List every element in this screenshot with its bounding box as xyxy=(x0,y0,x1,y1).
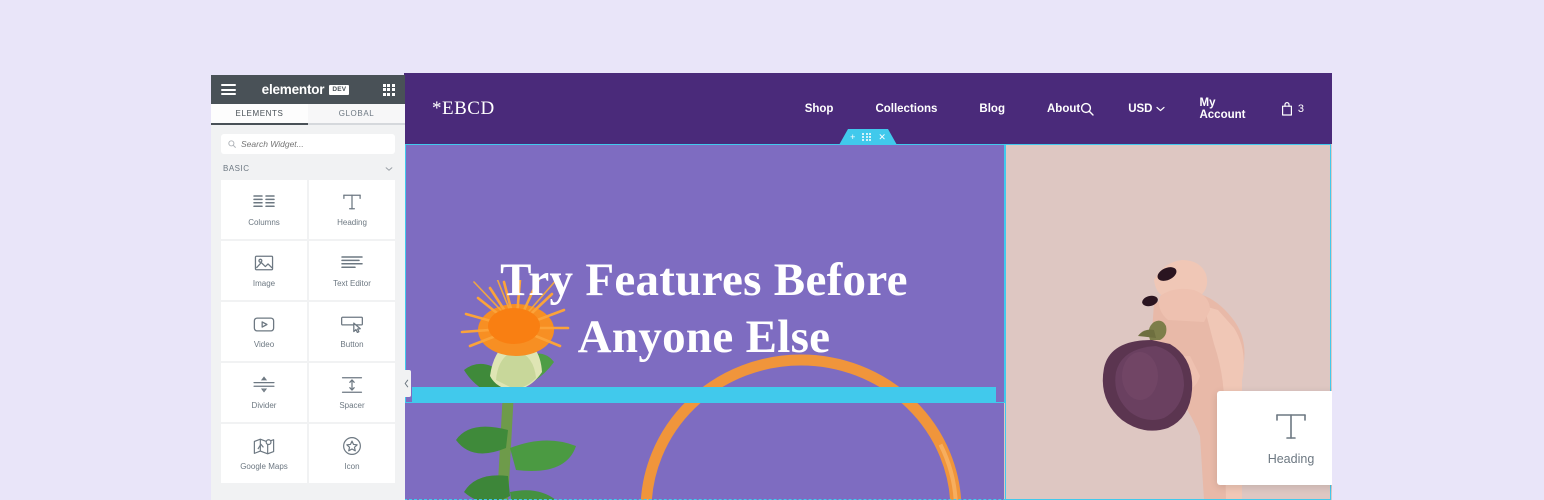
widget-label: Image xyxy=(252,279,276,288)
chevron-left-icon xyxy=(404,379,409,388)
site-nav: Shop Collections Blog About xyxy=(805,103,1081,115)
panel-body: BASIC xyxy=(211,125,405,500)
spacer-icon xyxy=(341,375,363,395)
dragged-widget-ghost[interactable]: Heading xyxy=(1217,391,1332,485)
dragged-widget-label: Heading xyxy=(1267,451,1315,466)
editor-canvas: *EBCD Shop Collections Blog About USD My… xyxy=(404,73,1332,500)
widget-label: Video xyxy=(253,340,275,349)
widget-image[interactable]: Image xyxy=(221,241,307,300)
widget-label: Button xyxy=(340,340,364,349)
hero-heading[interactable]: Try Features Before Anyone Else xyxy=(404,252,1004,367)
site-logo[interactable]: *EBCD xyxy=(432,98,495,120)
search-widget-box[interactable] xyxy=(221,134,395,154)
panel-tabs: ELEMENTS GLOBAL xyxy=(211,104,405,125)
elementor-panel: elementor DEV ELEMENTS GLOBAL BASIC xyxy=(211,75,405,500)
section-handle-toolbar[interactable]: + ✕ xyxy=(839,129,897,145)
currency-label: USD xyxy=(1128,102,1153,115)
dev-badge: DEV xyxy=(329,84,350,95)
app-root: *EBCD Shop Collections Blog About USD My… xyxy=(0,0,1544,500)
widget-text-editor[interactable]: Text Editor xyxy=(309,241,395,300)
widget-google-maps[interactable]: Google Maps xyxy=(221,424,307,483)
google-maps-icon xyxy=(253,436,275,456)
hero-heading-line-2: Anyone Else xyxy=(577,311,831,364)
site-header-tools: USD My Account 3 xyxy=(1080,97,1304,121)
widget-label: Google Maps xyxy=(240,462,288,471)
search-icon xyxy=(228,140,236,148)
cart-count: 3 xyxy=(1297,102,1304,115)
columns-handle-icon[interactable] xyxy=(862,136,872,138)
widget-icon[interactable]: Icon xyxy=(309,424,395,483)
widget-label: Icon xyxy=(344,462,360,471)
widget-columns[interactable]: Columns xyxy=(221,180,307,239)
nav-item-shop[interactable]: Shop xyxy=(805,103,834,115)
search-input[interactable] xyxy=(241,139,388,149)
heading-t-icon xyxy=(1274,411,1308,441)
elementor-logo: elementor DEV xyxy=(262,82,350,97)
image-icon xyxy=(254,253,274,273)
widget-label: Divider xyxy=(251,401,277,410)
hero-heading-line-1: Try Features Before xyxy=(500,254,908,306)
heading-t-icon xyxy=(342,192,362,212)
widget-label: Spacer xyxy=(339,401,365,410)
star-circle-icon xyxy=(342,436,362,456)
widget-divider[interactable]: Divider xyxy=(221,363,307,422)
widget-button[interactable]: Button xyxy=(309,302,395,361)
panel-collapse-toggle[interactable] xyxy=(401,370,411,397)
hero-section: Try Features Before Anyone Else xyxy=(404,144,1332,500)
grid-apps-icon[interactable] xyxy=(382,83,395,96)
cart-button[interactable]: 3 xyxy=(1281,101,1304,116)
widget-grid: Columns Heading Image Text Editor Video … xyxy=(221,180,395,483)
hamburger-icon[interactable] xyxy=(221,84,236,95)
widget-label: Heading xyxy=(337,218,367,227)
elementor-logo-text: elementor xyxy=(261,82,325,97)
chevron-down-icon[interactable] xyxy=(385,165,393,173)
section-basic-label: BASIC xyxy=(223,164,250,173)
tab-elements[interactable]: ELEMENTS xyxy=(211,104,308,125)
currency-selector[interactable]: USD xyxy=(1128,102,1166,115)
button-cursor-icon xyxy=(340,314,364,334)
divider-icon xyxy=(252,375,276,395)
widget-heading[interactable]: Heading xyxy=(309,180,395,239)
widget-spacer[interactable]: Spacer xyxy=(309,363,395,422)
video-play-icon xyxy=(253,314,275,334)
chevron-down-icon xyxy=(1156,106,1166,112)
drop-indicator-bar xyxy=(412,387,996,402)
nav-item-collections[interactable]: Collections xyxy=(875,103,937,115)
close-x-icon[interactable]: ✕ xyxy=(878,132,886,142)
plus-icon[interactable]: + xyxy=(850,132,855,142)
tab-global[interactable]: GLOBAL xyxy=(308,104,405,125)
columns-icon xyxy=(253,192,275,212)
widget-label: Text Editor xyxy=(333,279,371,288)
site-header: *EBCD Shop Collections Blog About USD My… xyxy=(404,73,1332,145)
section-pro-elements-header[interactable]: PRO ELEMENTS xyxy=(221,483,395,500)
search-icon[interactable] xyxy=(1080,102,1094,116)
widget-video[interactable]: Video xyxy=(221,302,307,361)
panel-header: elementor DEV xyxy=(211,75,405,104)
nav-item-about[interactable]: About xyxy=(1047,103,1080,115)
nav-item-blog[interactable]: Blog xyxy=(979,103,1005,115)
my-account-link[interactable]: My Account xyxy=(1199,97,1246,121)
orange-hoop-arc-image xyxy=(636,350,966,500)
widget-label: Columns xyxy=(248,218,280,227)
shopping-bag-icon xyxy=(1281,101,1293,116)
section-basic-header[interactable]: BASIC xyxy=(221,154,395,180)
text-editor-icon xyxy=(341,253,363,273)
